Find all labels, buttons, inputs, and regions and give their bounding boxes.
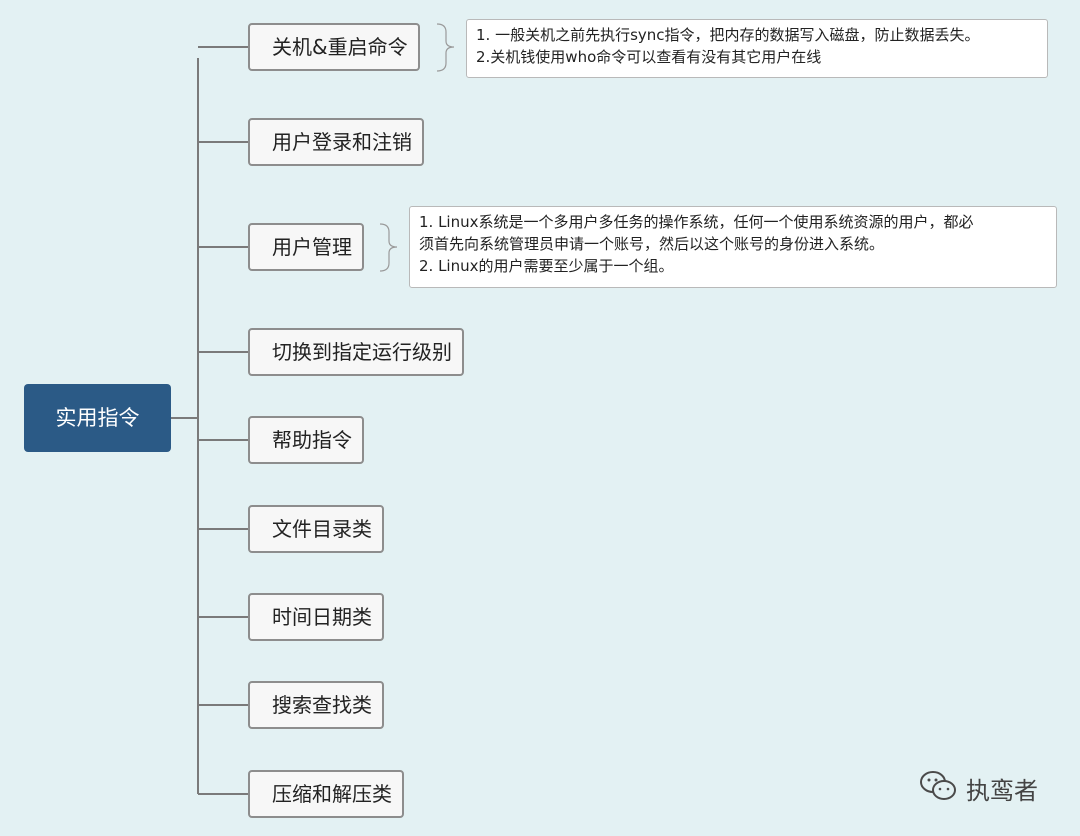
branch-node-search[interactable]: 搜索查找类 (248, 681, 384, 729)
branch-node-compress[interactable]: 压缩和解压类 (248, 770, 404, 818)
note-line: 2.关机钱使用who命令可以查看有没有其它用户在线 (476, 48, 822, 66)
branch-node-user-management[interactable]: 用户管理 (248, 223, 364, 271)
root-node[interactable]: 实用指令 (24, 384, 171, 452)
note-line: 1. 一般关机之前先执行sync指令，把内存的数据写入磁盘，防止数据丢失。 (476, 26, 980, 44)
branch-node-login-logout[interactable]: 用户登录和注销 (248, 118, 424, 166)
branch-node-help[interactable]: 帮助指令 (248, 416, 364, 464)
wechat-icon (918, 769, 958, 807)
branch-node-file-directory[interactable]: 文件目录类 (248, 505, 384, 553)
note-line: 1. Linux系统是一个多用户多任务的操作系统，任何一个使用系统资源的用户，都… (419, 213, 974, 231)
note-brace (436, 23, 455, 72)
note-line: 须首先向系统管理员申请一个账号，然后以这个账号的身份进入系统。 (419, 235, 885, 253)
note-brace (379, 223, 398, 272)
branch-node-runlevel[interactable]: 切换到指定运行级别 (248, 328, 464, 376)
note-shutdown: 1. 一般关机之前先执行sync指令，把内存的数据写入磁盘，防止数据丢失。 2.… (466, 19, 1048, 78)
branch-node-shutdown-restart[interactable]: 关机&重启命令 (248, 23, 420, 71)
watermark-text: 执鸾者 (966, 776, 1038, 805)
note-user-management: 1. Linux系统是一个多用户多任务的操作系统，任何一个使用系统资源的用户，都… (409, 206, 1057, 288)
watermark: 执鸾者 (918, 768, 1038, 808)
branch-node-date-time[interactable]: 时间日期类 (248, 593, 384, 641)
note-line: 2. Linux的用户需要至少属于一个组。 (419, 257, 674, 275)
